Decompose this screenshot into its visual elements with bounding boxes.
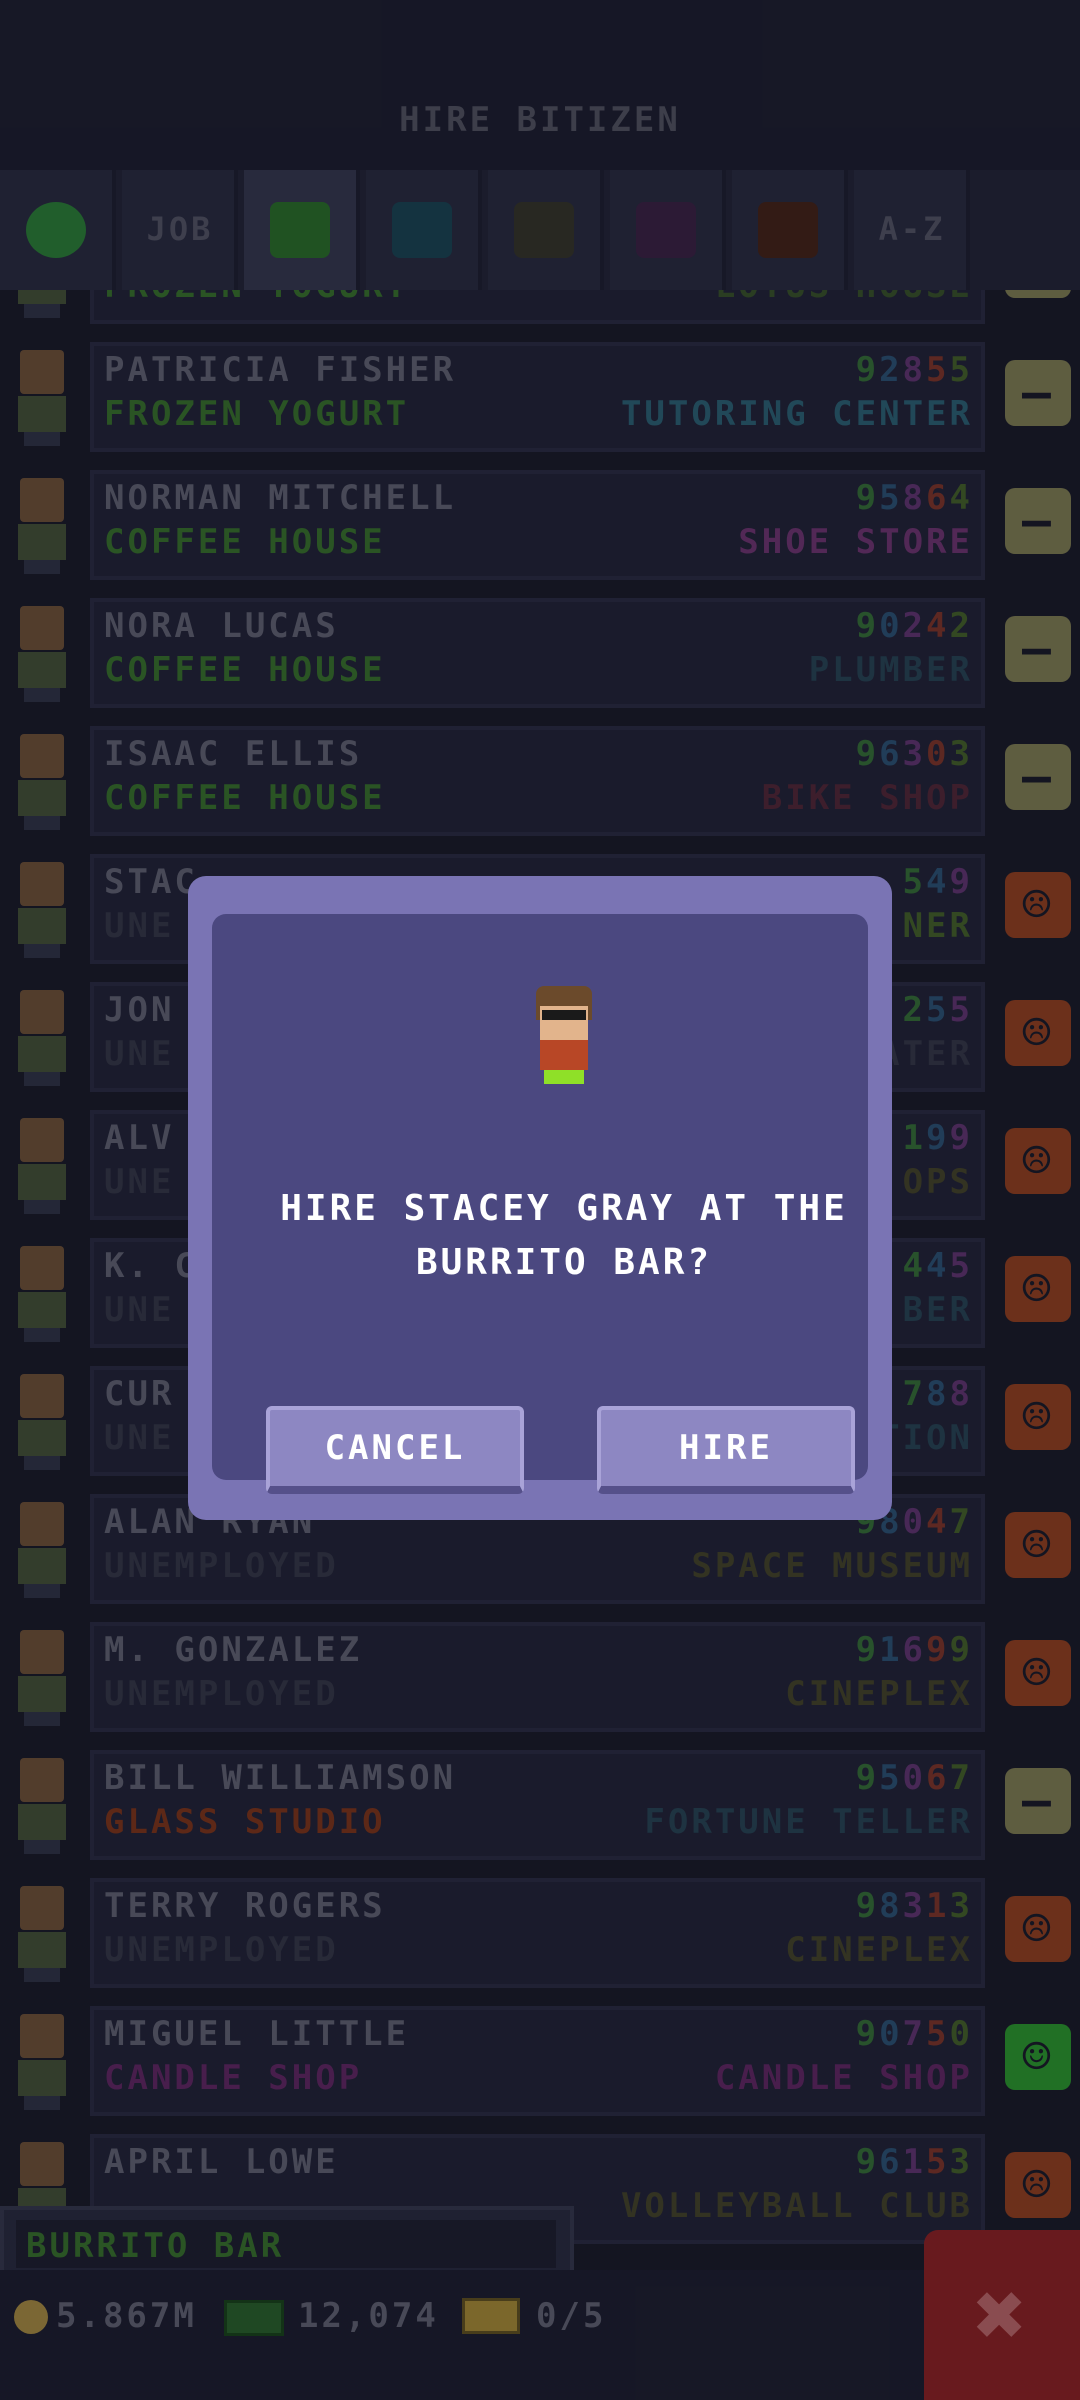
hire-message: HIRE STACEY GRAY AT THE BURRITO BAR? xyxy=(280,1188,848,1283)
hire-button[interactable]: HIRE xyxy=(597,1406,855,1494)
hire-dialog: HIRE STACEY GRAY AT THE BURRITO BAR? CAN… xyxy=(188,876,892,1520)
bitizen-avatar xyxy=(528,986,600,1086)
cancel-button[interactable]: CANCEL xyxy=(266,1406,524,1494)
hire-dialog-panel: HIRE STACEY GRAY AT THE BURRITO BAR? CAN… xyxy=(212,914,868,1494)
